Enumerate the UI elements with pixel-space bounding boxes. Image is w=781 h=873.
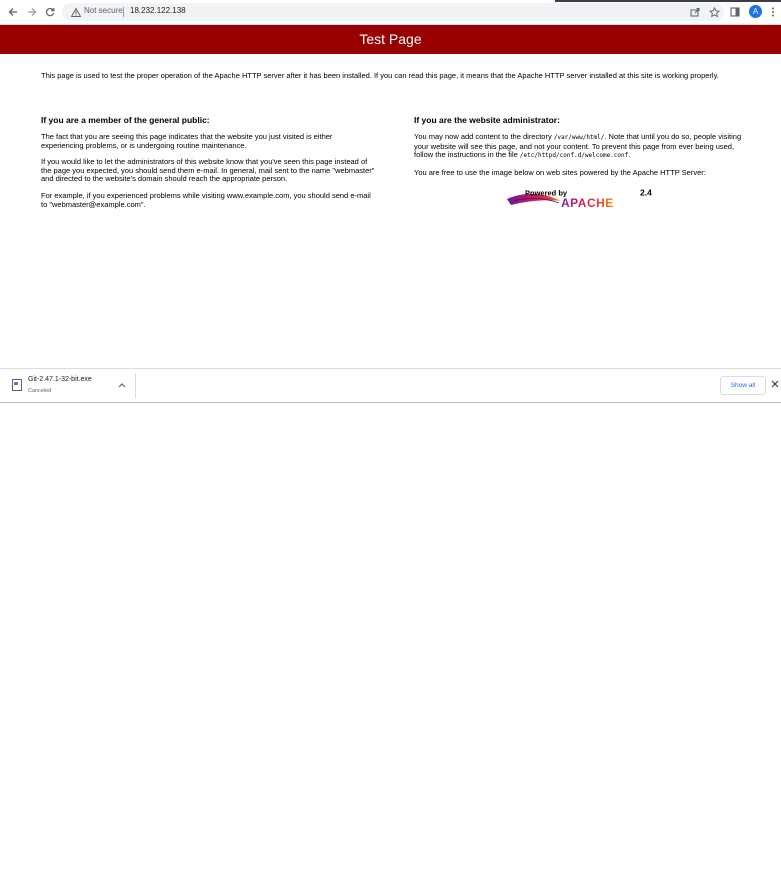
share-icon[interactable] xyxy=(688,5,702,19)
show-all-button[interactable]: Show all xyxy=(720,376,766,395)
reload-icon xyxy=(45,7,55,17)
powered-by-apache-logo[interactable]: Powered by 2.4 APACHE xyxy=(505,187,657,211)
public-heading: If you are a member of the general publi… xyxy=(41,115,210,125)
url-text[interactable]: 18.232.122.138 xyxy=(130,6,186,15)
public-section: If you are a member of the general publi… xyxy=(41,115,376,209)
address-separator xyxy=(123,7,124,17)
profile-avatar[interactable]: A xyxy=(749,5,762,18)
chevron-up-icon[interactable] xyxy=(118,381,126,389)
menu-icon[interactable] xyxy=(766,5,780,19)
admin-paragraph-2: You are free to use the image below on w… xyxy=(414,167,706,177)
public-paragraph-2: If you would like to let the administrat… xyxy=(41,157,375,184)
page-header: Test Page xyxy=(0,25,781,54)
warning-icon[interactable] xyxy=(70,6,82,18)
admin-section: If you are the website administrator: Yo… xyxy=(414,115,749,177)
html-directory-path: /var/www/html/ xyxy=(553,134,605,141)
file-icon[interactable] xyxy=(12,379,22,391)
admin-heading: If you are the website administrator: xyxy=(414,115,560,125)
address-bar[interactable]: Not secure 18.232.122.138 xyxy=(62,3,724,21)
browser-toolbar: Not secure 18.232.122.138 A xyxy=(0,0,781,25)
apache-version: 2.4 xyxy=(640,188,652,198)
window-edge xyxy=(555,0,781,2)
apache-wordmark: APACHE xyxy=(561,196,614,210)
star-icon[interactable] xyxy=(707,5,721,19)
download-status: Canceled xyxy=(28,388,52,394)
download-divider xyxy=(135,373,136,398)
admin-p1-part-a: You may now add content to the directory xyxy=(414,132,554,141)
download-shelf: Git-2.47.1-32-bit.exe Canceled Show all xyxy=(0,368,781,403)
download-file-name[interactable]: Git-2.47.1-32-bit.exe xyxy=(28,376,92,383)
arrow-right-icon xyxy=(28,8,37,16)
intro-text: This page is used to test the proper ope… xyxy=(41,71,719,80)
page-title: Test Page xyxy=(359,31,422,47)
close-icon[interactable] xyxy=(770,379,780,389)
arrow-left-icon xyxy=(8,8,17,16)
back-button[interactable] xyxy=(5,4,21,20)
admin-p1-part-c: . xyxy=(628,150,631,160)
public-paragraph-3: For example, if you experienced problems… xyxy=(41,190,371,209)
reload-button[interactable] xyxy=(42,4,58,20)
side-panel-icon[interactable] xyxy=(728,5,742,19)
forward-button[interactable] xyxy=(24,4,40,20)
welcome-conf-path: /etc/httpd/conf.d/welcome.conf xyxy=(519,152,629,160)
security-label[interactable]: Not secure xyxy=(84,6,123,15)
admin-paragraph-1: You may now add content to the directory… xyxy=(414,132,749,161)
public-paragraph-1: The fact that you are seeing this page i… xyxy=(41,132,333,150)
